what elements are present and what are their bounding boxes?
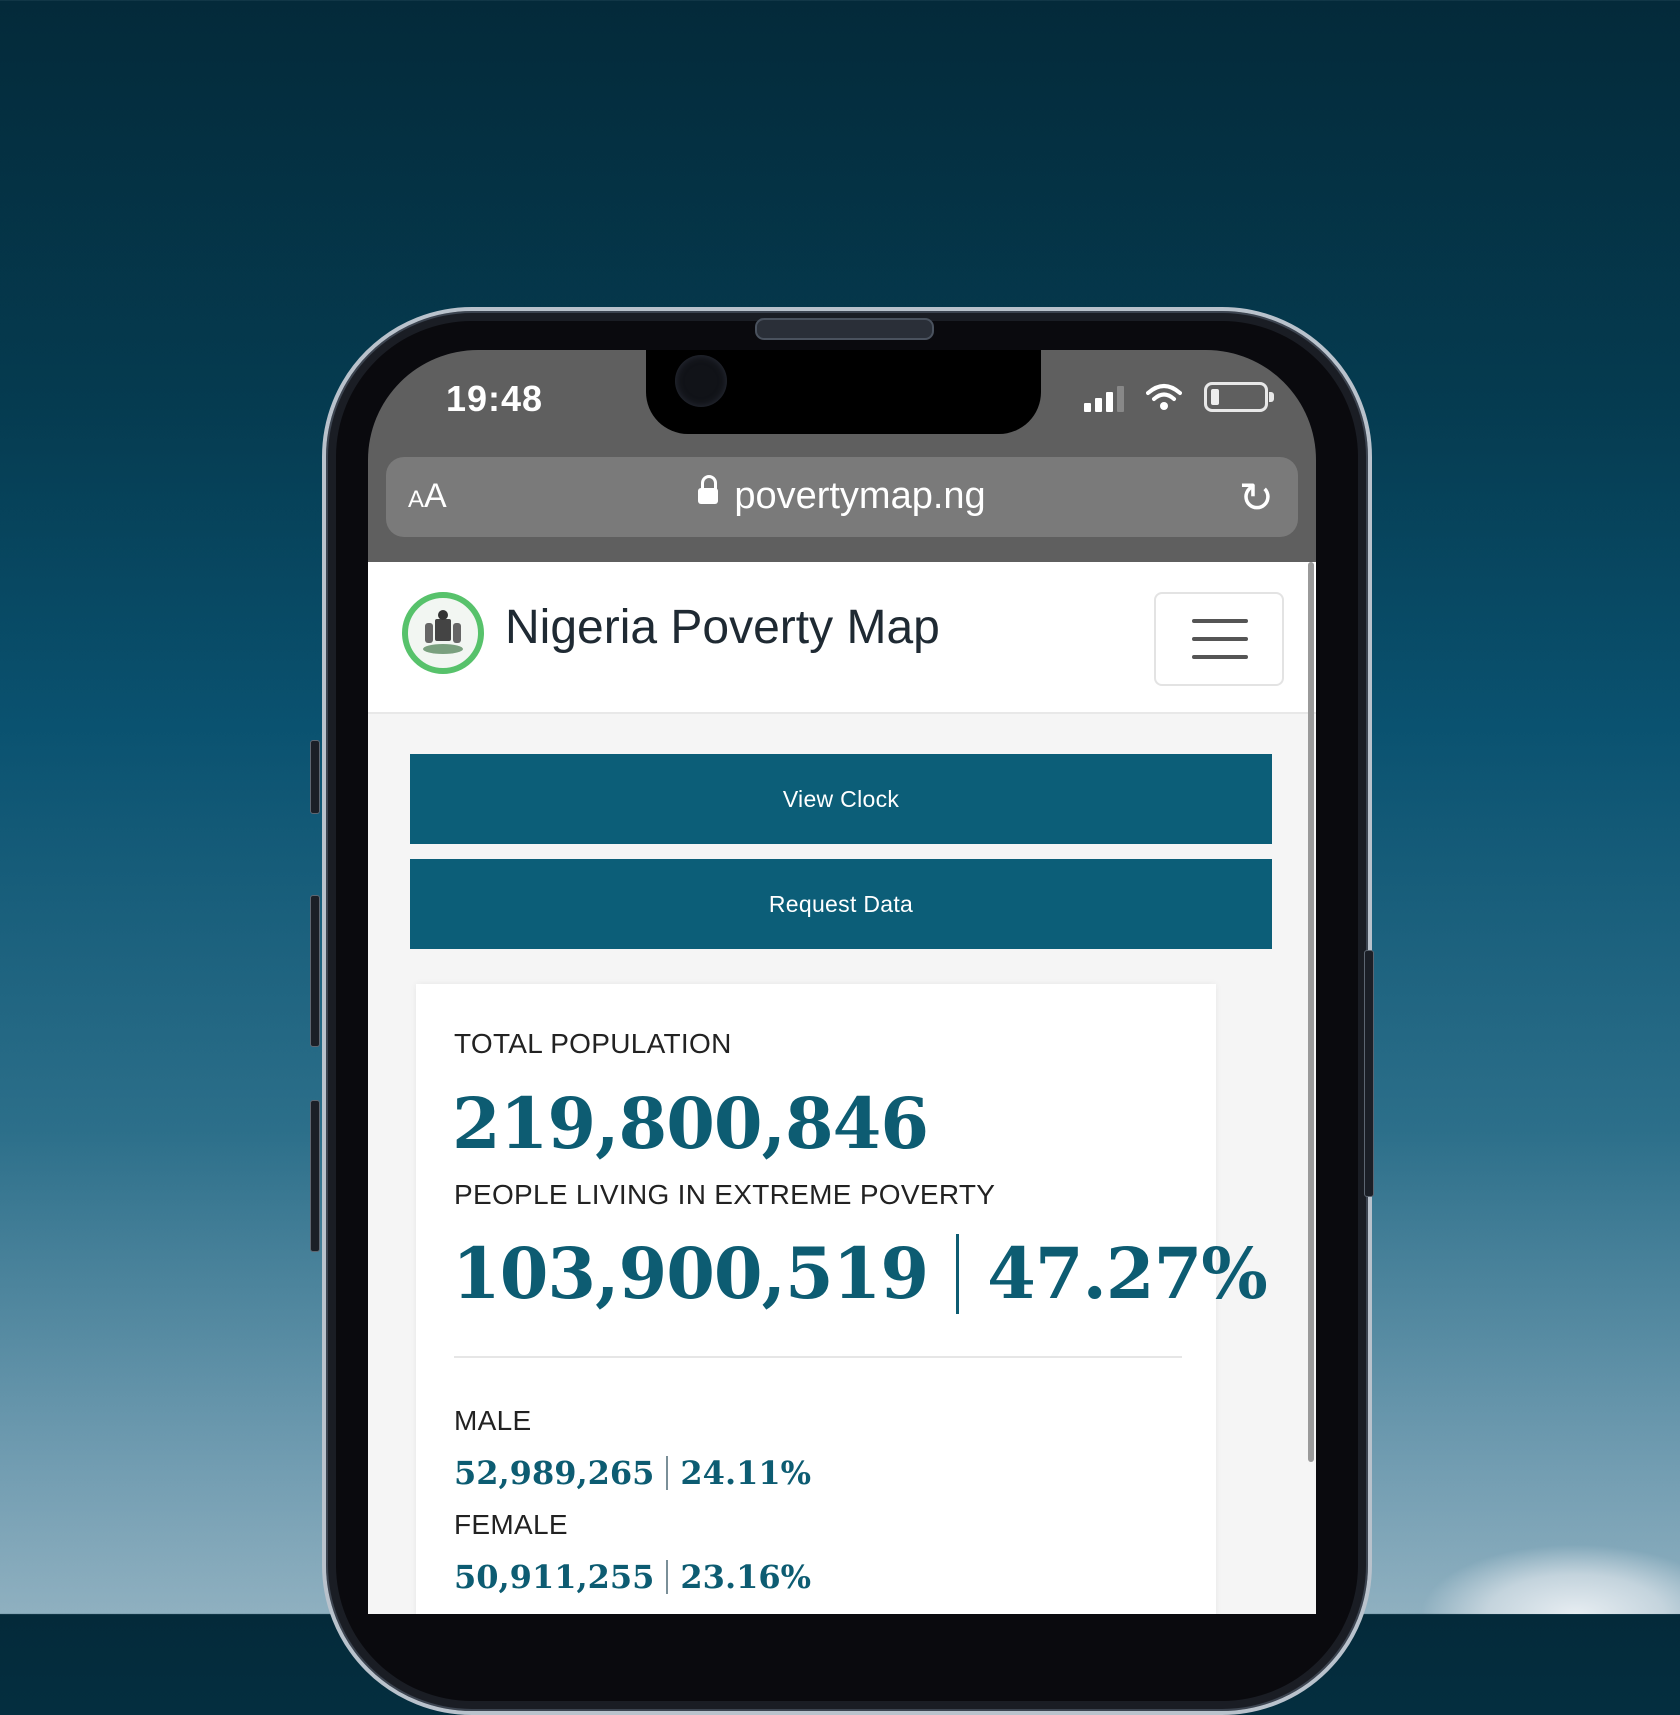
female-stats-row: 50,911,255 23.16%: [454, 1558, 811, 1597]
coat-of-arms-logo[interactable]: [402, 592, 484, 674]
female-label: FEMALE: [454, 1509, 568, 1540]
battery-icon: [1204, 382, 1274, 412]
reload-icon[interactable]: ↻: [1239, 473, 1274, 522]
browser-address-bar[interactable]: AA povertymap.ng ↻: [386, 457, 1298, 537]
extreme-poverty-percent: 47.27%: [987, 1232, 1268, 1315]
hamburger-line: [1192, 619, 1248, 623]
view-clock-button[interactable]: View Clock: [410, 754, 1272, 844]
front-camera: [675, 355, 727, 407]
phone-volume-up: [310, 895, 320, 1047]
lock-icon: [698, 474, 719, 504]
web-page: Nigeria Poverty Map View Clock Request D…: [368, 562, 1316, 1614]
wifi-icon: [1146, 384, 1182, 410]
phone-power-button: [1364, 950, 1374, 1197]
male-count: 52,989,265: [454, 1454, 655, 1492]
extreme-poverty-row: 103,900,519 47.27%: [452, 1232, 1268, 1320]
hamburger-line: [1192, 637, 1248, 641]
phone-speaker: [755, 318, 934, 340]
site-navbar: Nigeria Poverty Map: [368, 562, 1316, 714]
female-count: 50,911,255: [454, 1558, 655, 1596]
stats-divider: [454, 1356, 1182, 1358]
value-separator: [666, 1559, 669, 1594]
page-scrollbar[interactable]: [1308, 562, 1314, 1462]
poverty-stats-card: TOTAL POPULATION 219,800,846 PEOPLE LIVI…: [416, 984, 1268, 1614]
male-percent: 24.11%: [680, 1454, 812, 1492]
hamburger-line: [1192, 655, 1248, 659]
male-stats-row: 52,989,265 24.11%: [454, 1454, 811, 1493]
male-label: MALE: [454, 1405, 532, 1436]
url-display[interactable]: povertymap.ng: [386, 474, 1298, 518]
extreme-poverty-label: PEOPLE LIVING IN EXTREME POVERTY: [454, 1179, 996, 1210]
request-data-button[interactable]: Request Data: [410, 859, 1272, 949]
phone-silent-switch: [310, 740, 320, 814]
extreme-poverty-count: 103,900,519: [452, 1232, 929, 1315]
total-population-label: TOTAL POPULATION: [454, 1028, 732, 1059]
background-cloud: [1420, 1544, 1680, 1614]
cellular-signal-icon: [1084, 382, 1124, 412]
female-percent: 23.16%: [680, 1558, 812, 1596]
total-population-value: 219,800,846: [452, 1082, 929, 1165]
value-separator: [666, 1455, 669, 1490]
phone-volume-down: [310, 1100, 320, 1252]
value-separator: [956, 1234, 960, 1314]
status-icons: [1084, 382, 1274, 412]
phone-screen: 19:48 AA povertymap.ng ↻ Nigeria Poverty…: [368, 350, 1316, 1614]
menu-toggle-button[interactable]: [1154, 592, 1284, 686]
coat-of-arms-icon: [423, 610, 463, 654]
status-time: 19:48: [446, 378, 544, 419]
site-brand-title[interactable]: Nigeria Poverty Map: [505, 600, 940, 655]
url-text: povertymap.ng: [734, 475, 986, 517]
